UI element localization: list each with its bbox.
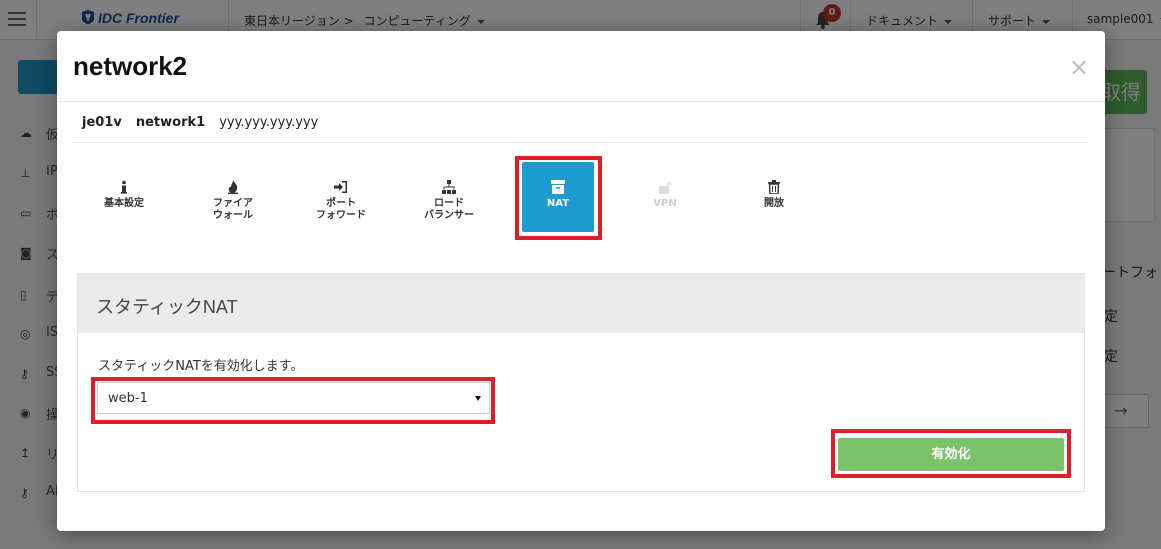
archive-icon (551, 180, 565, 194)
zone-label: je01v (82, 115, 122, 130)
trash-icon (768, 180, 780, 194)
unlock-icon (659, 181, 671, 194)
vm-select[interactable]: web-1 (97, 382, 490, 414)
enable-button[interactable]: 有効化 (838, 438, 1064, 471)
tab-label: バランサー (424, 210, 474, 221)
select-value: web-1 (108, 391, 148, 406)
info-icon (121, 180, 127, 194)
tab-basic-settings[interactable]: 基本設定 (88, 162, 160, 232)
sitemap-icon (442, 180, 456, 194)
section-description: スタティックNATを有効化します。 (98, 359, 304, 374)
tab-vpn[interactable]: VPN (629, 162, 701, 232)
sign-in-icon (334, 181, 347, 193)
tab-label: 開放 (764, 198, 784, 209)
tab-firewall[interactable]: ファイア ウォール (197, 162, 269, 232)
tab-label: ポート (326, 198, 356, 209)
static-nat-panel: スタティックNAT スタティックNATを有効化します。 web-1 有効化 (77, 273, 1085, 492)
tab-label: NAT (546, 198, 570, 209)
tab-port-forward[interactable]: ポート フォワード (305, 162, 377, 232)
tab-release[interactable]: 開放 (738, 162, 810, 232)
tab-label: 基本設定 (104, 198, 144, 209)
caret-down-icon (475, 396, 481, 401)
tab-label: フォワード (316, 210, 366, 221)
network-label: network1 (135, 115, 206, 130)
tab-label: VPN (653, 198, 677, 209)
tab-label: ウォール (213, 210, 253, 221)
ip-address: yyy.yyy.yyy.yyy (219, 115, 319, 130)
tab-label: ファイア (213, 198, 253, 209)
divider (73, 142, 1089, 143)
modal-title: network2 (73, 51, 188, 81)
network-modal: network2 × je01v network1 yyy.yyy.yyy.yyy … (57, 31, 1105, 531)
close-icon[interactable]: × (1069, 55, 1089, 79)
panel-header: スタティックNAT (78, 274, 1084, 333)
tab-load-balancer[interactable]: ロード バランサー (413, 162, 485, 232)
section-title: スタティックNAT (96, 297, 238, 317)
tab-label: ロード (434, 198, 464, 209)
breadcrumb: je01v network1 yyy.yyy.yyy.yyy (82, 115, 318, 130)
divider (57, 101, 1105, 102)
fire-icon (228, 180, 238, 194)
tab-nat[interactable]: NAT (522, 162, 594, 232)
